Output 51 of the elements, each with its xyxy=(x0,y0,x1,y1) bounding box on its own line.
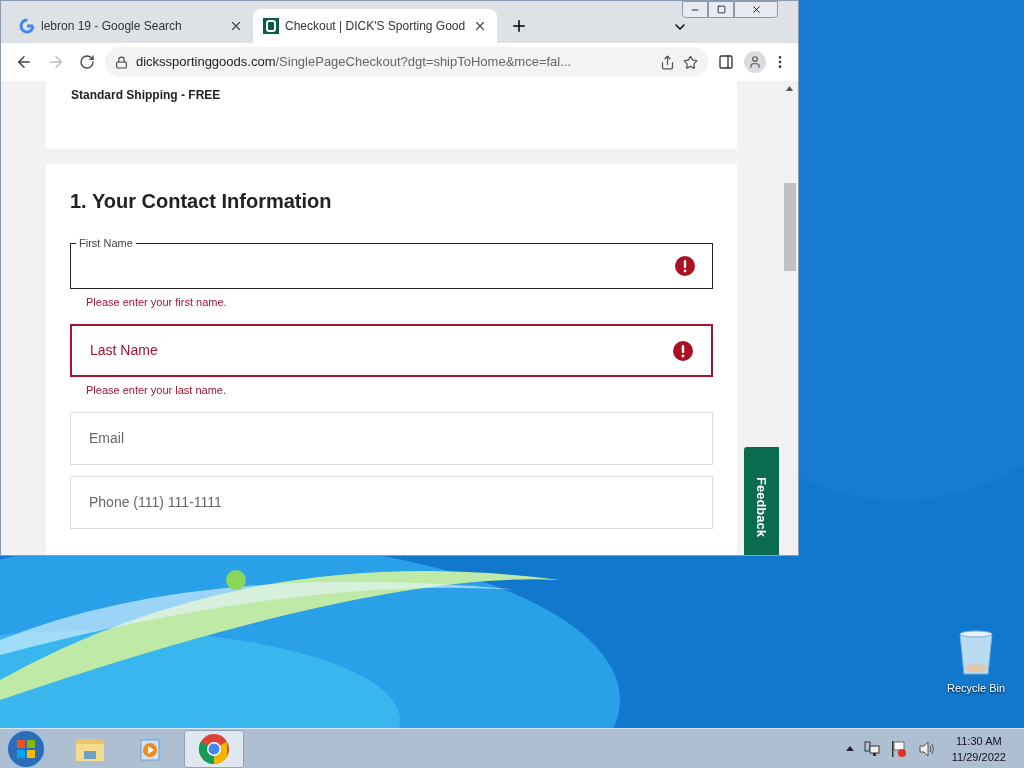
side-panel-icon[interactable] xyxy=(718,54,734,70)
scroll-up-icon[interactable] xyxy=(786,86,793,91)
network-icon[interactable] xyxy=(863,740,880,757)
close-icon[interactable] xyxy=(473,19,487,33)
icon-label: Recycle Bin xyxy=(946,681,1006,696)
input-field[interactable]: Phone (111) 111-1111 xyxy=(70,476,713,529)
floating-label: First Name xyxy=(76,236,136,250)
share-icon[interactable] xyxy=(660,54,675,70)
desktop-icon[interactable]: Recycle Bin xyxy=(940,630,1012,697)
browser-tab[interactable]: Checkout | DICK'S Sporting Good xyxy=(253,9,497,43)
error-message: Please enter your first name. xyxy=(85,295,228,310)
recycle-bin-icon xyxy=(957,630,995,676)
clock-date[interactable]: 11/29/2022 xyxy=(951,748,1006,765)
error-icon xyxy=(675,256,695,276)
taskbar-app[interactable] xyxy=(184,729,244,768)
url-text: dickssportinggoods.com/SinglePageCheckout?dgt=shipToHome&mce=fal... xyxy=(136,53,572,72)
section-title: 1. Your Contact Information xyxy=(70,189,333,214)
error-icon xyxy=(673,340,693,361)
shipping-method: Standard Shipping - FREE xyxy=(71,88,221,102)
maximize-icon xyxy=(716,5,726,14)
start-button[interactable] xyxy=(6,728,46,768)
error-message: Please enter your last name. xyxy=(85,383,228,398)
feedback-button[interactable]: Feedback xyxy=(744,447,779,555)
minimize-button[interactable] xyxy=(682,1,708,18)
lock-icon xyxy=(115,55,128,69)
plus-icon xyxy=(510,17,528,35)
bookmark-star-icon[interactable] xyxy=(683,54,698,70)
reload-icon[interactable] xyxy=(79,54,95,70)
placeholder-text: Phone (111) 111-1111 xyxy=(89,493,222,512)
back-icon[interactable] xyxy=(15,53,33,71)
input-field[interactable]: Email xyxy=(70,412,713,465)
profile-avatar[interactable] xyxy=(744,51,766,73)
close-icon[interactable] xyxy=(229,19,243,33)
letter-logo-icon xyxy=(263,18,279,34)
scrollbar-thumb[interactable] xyxy=(783,183,796,271)
placeholder-text: Last Name xyxy=(90,341,158,360)
speaker-icon[interactable] xyxy=(917,740,936,757)
flag-icon[interactable] xyxy=(889,739,908,758)
windows-logo-icon xyxy=(16,738,36,759)
maximize-button[interactable] xyxy=(708,1,734,18)
tab-title: lebron 19 - Google Search xyxy=(41,18,183,35)
placeholder-text: Email xyxy=(89,429,124,448)
tab-title: Checkout | DICK'S Sporting Good xyxy=(285,18,467,35)
input-field[interactable]: Last Name xyxy=(70,324,713,377)
address-bar[interactable]: dickssportinggoods.com/SinglePageCheckout?dgt=shipToHome&mce=fal... xyxy=(105,47,708,77)
clock-time[interactable]: 11:30 AM xyxy=(956,732,1002,749)
close-icon xyxy=(750,4,762,15)
show-hidden-icons-icon[interactable] xyxy=(845,746,854,751)
chrome-icon xyxy=(198,732,230,765)
google-icon xyxy=(19,18,35,34)
browser-tab[interactable]: lebron 19 - Google Search xyxy=(9,9,253,43)
